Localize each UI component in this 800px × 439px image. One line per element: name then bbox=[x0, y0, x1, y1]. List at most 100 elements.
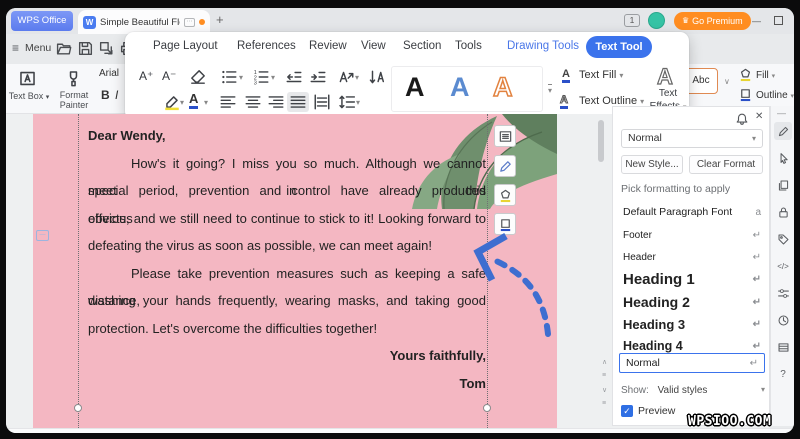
new-tab-button[interactable]: + bbox=[216, 12, 224, 27]
decrease-indent-icon[interactable] bbox=[285, 68, 303, 86]
minimize-button[interactable]: — bbox=[752, 16, 761, 26]
wordart-style-blue[interactable]: A bbox=[450, 74, 470, 101]
text-box-button[interactable]: Text Box ▾ bbox=[6, 91, 52, 101]
line-spacing-icon[interactable] bbox=[338, 93, 356, 111]
document-tab[interactable]: W Simple Beautiful Flower.docx ⋯ bbox=[78, 10, 210, 34]
font-color-icon[interactable]: A bbox=[189, 92, 198, 109]
strip-widget-icon[interactable]: ∧ bbox=[602, 358, 607, 366]
text-effects-label-1[interactable]: Text bbox=[643, 88, 693, 99]
anchor-marker-icon[interactable]: — bbox=[36, 230, 49, 241]
shape-fill-icon[interactable] bbox=[738, 67, 753, 82]
distribute-icon[interactable] bbox=[313, 93, 331, 111]
tab-text-tool[interactable]: Text Tool bbox=[586, 36, 652, 58]
bell-icon[interactable] bbox=[735, 112, 749, 126]
font-name-select[interactable]: Arial bbox=[99, 68, 119, 79]
wordart-gallery-expand-icon[interactable]: ▾ bbox=[548, 84, 552, 95]
tab-view[interactable]: View bbox=[361, 40, 386, 52]
strip-widget-icon[interactable]: ≡ bbox=[602, 372, 606, 379]
align-justify-icon[interactable] bbox=[289, 93, 307, 111]
character-scale-icon[interactable] bbox=[337, 68, 355, 86]
character-scale-caret-icon[interactable]: ▾ bbox=[355, 73, 359, 82]
decrease-font-button[interactable]: A⁻ bbox=[162, 69, 176, 83]
document-scrollbar[interactable] bbox=[598, 120, 604, 162]
increase-indent-icon[interactable] bbox=[309, 68, 327, 86]
mini-fill-button[interactable] bbox=[494, 184, 516, 206]
shape-outline-button[interactable]: Outline ▾ Shape bbox=[756, 90, 794, 101]
preset-gallery-caret-icon[interactable]: ∨ bbox=[724, 77, 730, 86]
tab-page-layout[interactable]: Page Layout bbox=[153, 40, 218, 52]
new-style-button[interactable]: New Style... bbox=[621, 155, 683, 174]
format-painter-label-1[interactable]: Format bbox=[52, 90, 96, 100]
textbox-handle-left[interactable] bbox=[74, 404, 82, 412]
rail-help-icon[interactable]: ? bbox=[774, 365, 792, 383]
style-item-footer[interactable]: Footer↵ bbox=[615, 224, 769, 246]
maximize-button[interactable] bbox=[774, 16, 783, 25]
strip-widget-icon[interactable]: ≡ bbox=[602, 400, 606, 407]
close-panel-icon[interactable]: ✕ bbox=[755, 111, 763, 122]
text-fill-button[interactable]: Text Fill ▾ bbox=[579, 69, 623, 81]
style-item-heading2[interactable]: Heading 2↵ bbox=[615, 291, 769, 313]
mini-textbox-settings-button[interactable] bbox=[494, 125, 516, 147]
style-item-normal-selected[interactable]: Normal↵ bbox=[619, 353, 765, 373]
rail-history-icon[interactable] bbox=[774, 311, 792, 329]
italic-button[interactable]: I bbox=[115, 88, 118, 102]
style-item-heading1[interactable]: Heading 1↵ bbox=[615, 268, 769, 290]
format-painter-label-2[interactable]: Painter bbox=[52, 100, 96, 110]
rail-protect-icon[interactable] bbox=[774, 203, 792, 221]
comment-bubble-icon[interactable]: ⋯ bbox=[184, 18, 195, 27]
tab-tools[interactable]: Tools bbox=[455, 40, 482, 52]
app-menu-button[interactable]: WPS Office bbox=[11, 11, 73, 31]
user-avatar[interactable] bbox=[648, 12, 665, 29]
align-right-icon[interactable] bbox=[267, 93, 285, 111]
text-box-icon[interactable] bbox=[18, 69, 37, 88]
line-spacing-caret-icon[interactable]: ▾ bbox=[356, 98, 360, 107]
style-dropdown[interactable]: Normal ▾ bbox=[621, 129, 763, 148]
letter-text[interactable]: Dear Wendy, How's it going? I miss you s… bbox=[88, 122, 486, 397]
rail-settings-icon[interactable] bbox=[774, 284, 792, 302]
highlight-color-icon[interactable] bbox=[163, 93, 181, 111]
export-icon[interactable] bbox=[98, 40, 115, 57]
menu-label[interactable]: Menu bbox=[25, 42, 51, 54]
open-file-icon[interactable] bbox=[56, 40, 73, 57]
highlight-caret-icon[interactable]: ▾ bbox=[180, 98, 184, 107]
wordart-style-plain[interactable]: A bbox=[405, 74, 425, 101]
strip-widget-icon[interactable]: ∨ bbox=[602, 386, 607, 394]
bullet-list-icon[interactable] bbox=[220, 68, 238, 86]
numbered-list-icon[interactable] bbox=[252, 68, 270, 86]
mini-edit-button[interactable] bbox=[494, 155, 516, 177]
increase-font-button[interactable]: A⁺ bbox=[139, 69, 153, 83]
text-effects-icon[interactable]: A bbox=[657, 64, 673, 90]
rail-pages-icon[interactable] bbox=[774, 176, 792, 194]
style-item-default-paragraph-font[interactable]: Default Paragraph Fonta bbox=[615, 201, 769, 223]
show-filter-row[interactable]: Show: Valid styles ▾ bbox=[621, 385, 765, 396]
wordart-style-orange-outline[interactable]: A bbox=[493, 74, 513, 101]
rail-code-icon[interactable]: </> bbox=[774, 257, 792, 275]
go-premium-button[interactable]: ♛ Go Premium bbox=[674, 12, 751, 30]
tab-drawing-tools[interactable]: Drawing Tools bbox=[507, 40, 579, 52]
bullet-list-caret-icon[interactable]: ▾ bbox=[239, 73, 243, 82]
shape-fill-button[interactable]: Fill ▾ bbox=[756, 70, 775, 81]
tab-review[interactable]: Review bbox=[309, 40, 347, 52]
clear-format-icon[interactable] bbox=[189, 68, 207, 86]
textbox-border-left[interactable] bbox=[78, 114, 79, 428]
show-value[interactable]: Valid styles bbox=[658, 385, 708, 396]
rail-tag-icon[interactable] bbox=[774, 230, 792, 248]
menu-icon[interactable]: ≡ bbox=[12, 41, 19, 55]
rail-select-icon[interactable] bbox=[774, 149, 792, 167]
preview-row[interactable]: ✓ Preview bbox=[621, 405, 675, 417]
font-color-caret-icon[interactable]: ▾ bbox=[204, 98, 208, 107]
preview-checkbox[interactable]: ✓ bbox=[621, 405, 633, 417]
shape-outline-icon[interactable] bbox=[738, 87, 753, 102]
tab-references[interactable]: References bbox=[237, 40, 296, 52]
tab-section[interactable]: Section bbox=[403, 40, 441, 52]
save-icon[interactable] bbox=[77, 40, 94, 57]
rail-styles-icon[interactable] bbox=[774, 122, 792, 140]
bold-button[interactable]: B bbox=[101, 88, 110, 102]
textbox-handle-right[interactable] bbox=[483, 404, 491, 412]
align-center-icon[interactable] bbox=[244, 93, 262, 111]
format-painter-icon[interactable] bbox=[64, 69, 83, 88]
numbered-list-caret-icon[interactable]: ▾ bbox=[271, 73, 275, 82]
rail-table-icon[interactable] bbox=[774, 338, 792, 356]
style-item-header[interactable]: Header↵ bbox=[615, 246, 769, 268]
window-count-badge[interactable]: 1 bbox=[624, 14, 640, 27]
